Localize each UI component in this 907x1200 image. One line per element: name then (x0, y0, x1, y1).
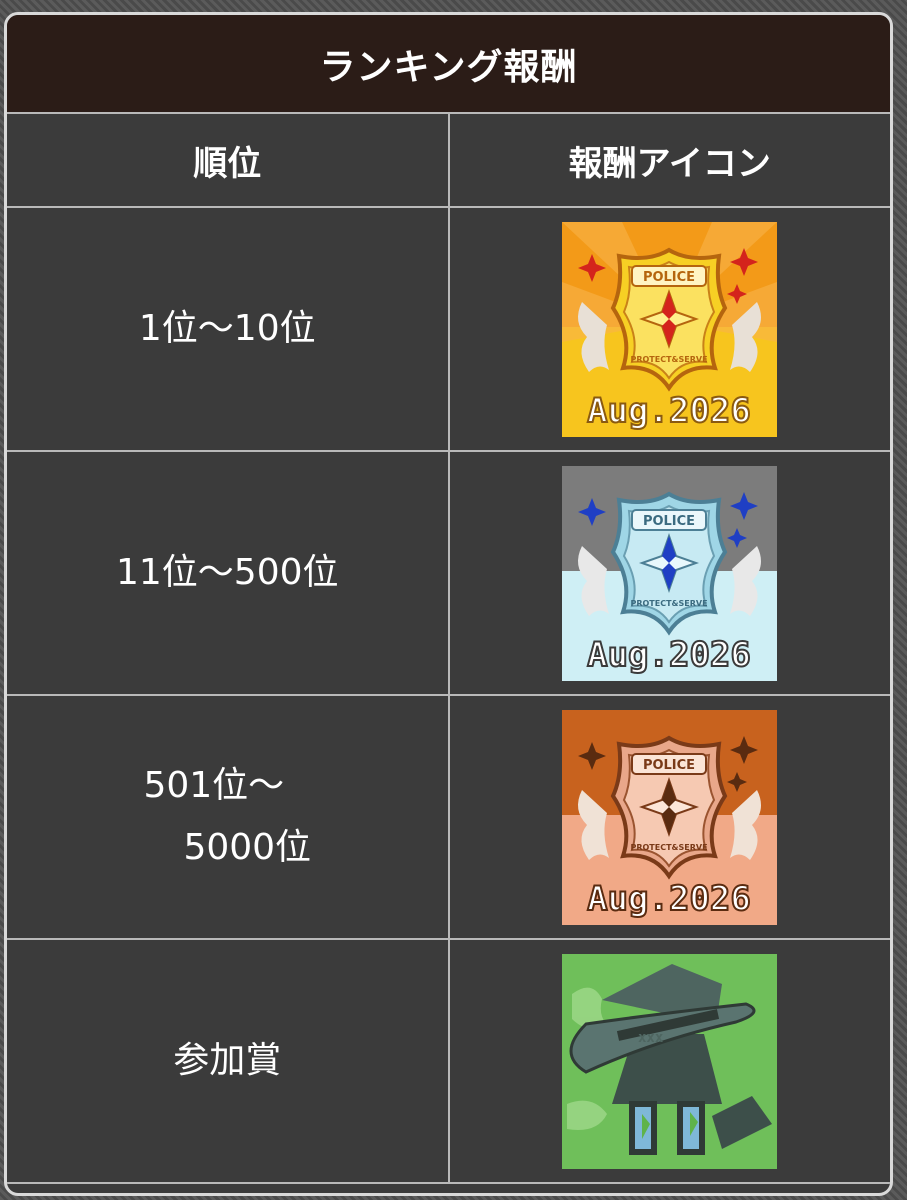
icon-cell: POLICE PROTECT&SERVE Aug.2026 (447, 450, 890, 696)
badge-police-text: POLICE (643, 514, 695, 529)
detective-hat-icon: xxx (562, 953, 778, 1169)
reward-panel: ランキング報酬 順位 報酬アイコン 1位〜10位 POLICE PROTECT&… (4, 12, 893, 1196)
rank-cell: 11位〜500位 (7, 450, 450, 696)
table-row: 501位〜 5000位 POLICE PROTECT&SERVE Aug.202… (7, 694, 890, 940)
icon-cell: xxx (447, 938, 890, 1184)
rank-cell: 1位〜10位 (7, 206, 450, 452)
rank-label-line1: 501位〜 (143, 765, 285, 806)
badge-date-text: Aug.2026 (587, 635, 751, 675)
badge-police-text: POLICE (643, 270, 695, 285)
badge-date-text: Aug.2026 (587, 879, 751, 919)
police-badge-silver-icon: POLICE PROTECT&SERVE Aug.2026 (562, 465, 778, 681)
header-rank: 順位 (7, 112, 450, 208)
header-icon: 報酬アイコン (447, 112, 890, 208)
table-row: 1位〜10位 POLICE PROTECT&SERVE Aug.2026 (7, 206, 890, 452)
rank-label: 501位〜 5000位 (143, 755, 311, 879)
police-badge-bronze-icon: POLICE PROTECT&SERVE Aug.2026 (562, 709, 778, 925)
badge-motto-text: PROTECT&SERVE (631, 843, 708, 852)
header-row: 順位 報酬アイコン (7, 112, 890, 208)
svg-text:xxx: xxx (638, 1030, 664, 1046)
rank-label: 11位〜500位 (115, 552, 339, 593)
reward-table: 順位 報酬アイコン 1位〜10位 POLICE PROTECT&SERVE Au… (7, 112, 890, 1184)
icon-cell: POLICE PROTECT&SERVE Aug.2026 (447, 206, 890, 452)
badge-motto-text: PROTECT&SERVE (631, 355, 708, 364)
rank-cell: 501位〜 5000位 (7, 694, 450, 940)
rank-cell: 参加賞 (7, 938, 450, 1184)
panel-title: ランキング報酬 (7, 15, 890, 112)
table-row: 11位〜500位 POLICE PROTECT&SERVE Aug.2026 (7, 450, 890, 696)
rank-label-line2: 5000位 (183, 827, 312, 868)
badge-date-text: Aug.2026 (587, 391, 751, 431)
badge-police-text: POLICE (643, 758, 695, 773)
table-row: 参加賞 xxx (7, 938, 890, 1184)
police-badge-gold-icon: POLICE PROTECT&SERVE Aug.2026 (562, 221, 778, 437)
rank-label: 1位〜10位 (138, 308, 316, 349)
rank-label: 参加賞 (173, 1040, 282, 1081)
badge-motto-text: PROTECT&SERVE (631, 599, 708, 608)
icon-cell: POLICE PROTECT&SERVE Aug.2026 (447, 694, 890, 940)
